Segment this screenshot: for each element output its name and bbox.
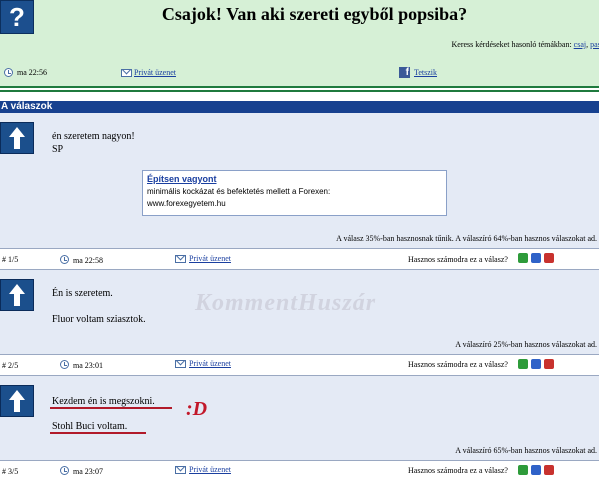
ad-title[interactable]: Építsen vagyont (147, 174, 442, 184)
like-link[interactable]: Tetszik (414, 68, 437, 77)
answer-text-line: Én is szeretem. (52, 288, 113, 299)
answer-3-meta: # 3/5 ma 23:07 Privát üzenet Hasznos szá… (0, 461, 599, 482)
answers-header: A válaszok (0, 101, 599, 113)
answer-1-meta: # 1/5 ma 22:58 Privát üzenet Hasznos szá… (0, 249, 599, 269)
vote-buttons (518, 253, 555, 263)
answer-rating: A válasz 35%-ban hasznosnak tűnik. A vál… (336, 234, 597, 243)
tag-link-pasi[interactable]: pasi (590, 40, 599, 49)
question-meta-row: ma 22:56 Privát üzenet f Tetszik (0, 66, 599, 82)
watermark-logo: KommentHuszár (195, 290, 377, 316)
ad-box[interactable]: Építsen vagyont minimális kockázat és be… (142, 170, 447, 216)
envelope-icon (175, 466, 186, 474)
ad-url[interactable]: www.forexegyetem.hu (147, 199, 442, 208)
thumb-neutral-icon[interactable] (531, 253, 541, 263)
answer-text-line: én szeretem nagyon! (52, 131, 135, 142)
facebook-icon[interactable]: f (399, 67, 410, 78)
red-underline (50, 432, 146, 434)
answer-2-meta: # 2/5 ma 23:01 Privát üzenet Hasznos szá… (0, 355, 599, 375)
vote-buttons (518, 465, 555, 475)
related-topics: Keress kérdéseket hasonló témákban: csaj… (451, 40, 599, 49)
answer-time: ma 23:07 (73, 467, 103, 476)
answer-rating: A válaszíró 65%-ban hasznos válaszokat a… (455, 446, 597, 455)
private-message-link[interactable]: Privát üzenet (189, 465, 231, 474)
vote-buttons (518, 359, 555, 369)
tag-link-csaj[interactable]: csaj (574, 40, 586, 49)
divider (0, 90, 599, 92)
clock-icon (60, 255, 69, 264)
answer-index: # 2/5 (2, 361, 19, 370)
answer-text-line: Fluor voltam sziasztok. (52, 314, 146, 325)
answer-text-line: Kezdem én is megszokni. (52, 396, 155, 407)
thumb-up-icon[interactable] (518, 359, 528, 369)
red-underline (50, 407, 172, 409)
thumb-up-icon[interactable] (518, 465, 528, 475)
answer-time: ma 23:01 (73, 361, 103, 370)
thumb-up-icon[interactable] (518, 253, 528, 263)
clock-icon (4, 68, 13, 77)
thumb-down-icon[interactable] (544, 465, 554, 475)
thumb-neutral-icon[interactable] (531, 465, 541, 475)
annotation-smiley: :D (186, 398, 208, 420)
question-time: ma 22:56 (17, 68, 47, 77)
clock-icon (60, 360, 69, 369)
divider (0, 86, 599, 88)
clock-icon (60, 466, 69, 475)
envelope-icon (175, 360, 186, 368)
private-message-link[interactable]: Privát üzenet (189, 359, 231, 368)
answer-arrow-icon (0, 122, 34, 154)
thumb-down-icon[interactable] (544, 359, 554, 369)
answer-text-line: SP (52, 144, 64, 155)
related-label: Keress kérdéseket hasonló témákban: (451, 40, 572, 49)
question-title: Csajok! Van aki szereti egyből popsiba? (161, 4, 468, 24)
answer-3: Kezdem én is megszokni. Stohl Buci volta… (0, 376, 599, 460)
answer-index: # 1/5 (2, 255, 19, 264)
envelope-icon (175, 255, 186, 263)
useful-question: Hasznos számodra ez a válasz? (408, 466, 508, 475)
envelope-icon (121, 69, 132, 77)
private-message-link[interactable]: Privát üzenet (189, 254, 231, 263)
answer-text-line: Stohl Buci voltam. (52, 421, 128, 432)
ad-text: minimális kockázat és befektetés mellett… (147, 187, 331, 196)
thumb-down-icon[interactable] (544, 253, 554, 263)
answer-arrow-icon (0, 279, 34, 311)
question-header: ? Csajok! Van aki szereti egyből popsiba… (0, 0, 599, 86)
answer-index: # 3/5 (2, 467, 19, 476)
answer-arrow-icon (0, 385, 34, 417)
useful-question: Hasznos számodra ez a válasz? (408, 255, 508, 264)
thumb-neutral-icon[interactable] (531, 359, 541, 369)
useful-question: Hasznos számodra ez a válasz? (408, 360, 508, 369)
answer-rating: A válaszíró 25%-ban hasznos válaszokat a… (455, 340, 597, 349)
private-message-link[interactable]: Privát üzenet (134, 68, 176, 77)
answer-time: ma 22:58 (73, 256, 103, 265)
